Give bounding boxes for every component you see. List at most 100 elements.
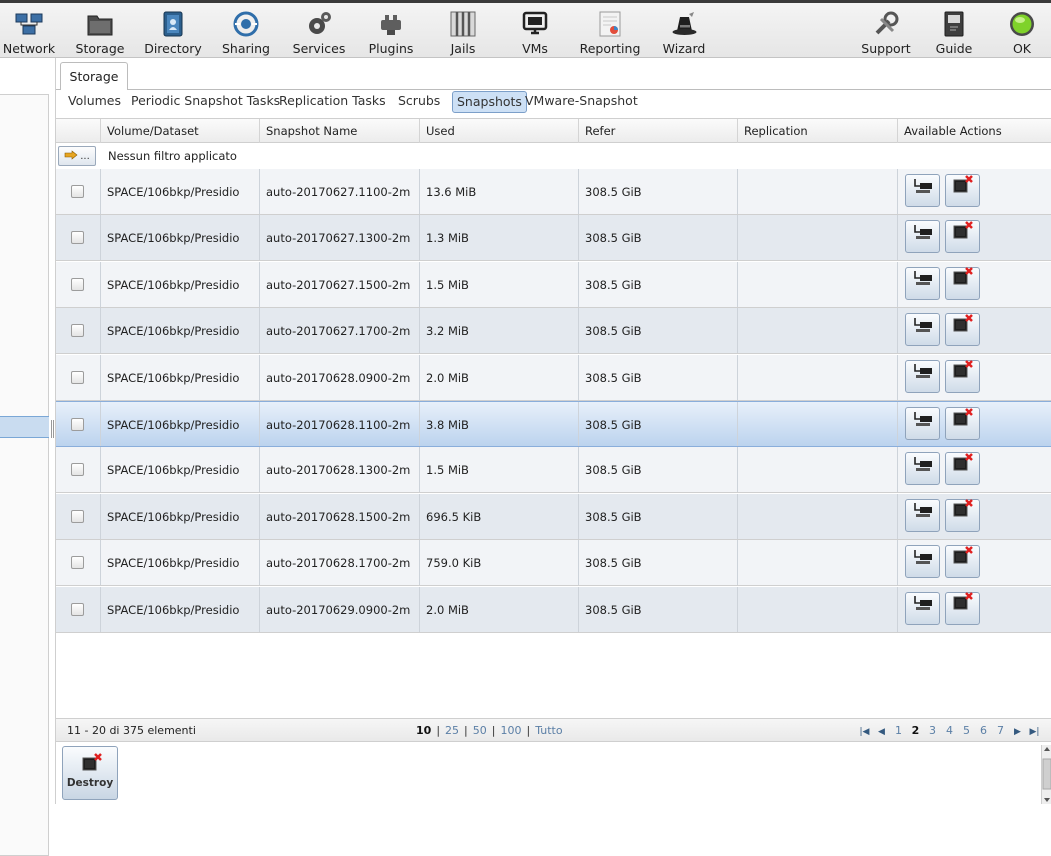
toolbar-reporting-button[interactable]: Reporting (578, 8, 642, 58)
table-row[interactable]: SPACE/106bkp/Presidio auto-20170628.0900-… (56, 354, 1051, 401)
next-page-icon[interactable]: ▶ (1009, 720, 1026, 744)
toolbar-network-button[interactable]: Network (0, 8, 61, 58)
header-refer[interactable]: Refer (578, 119, 737, 143)
destroy-snapshot-button[interactable] (945, 313, 980, 347)
clone-snapshot-button[interactable] (905, 407, 940, 440)
destroy-snapshot-button[interactable] (945, 452, 980, 486)
toolbar-jails-button[interactable]: Jails (431, 8, 495, 58)
row-select-checkbox[interactable] (71, 418, 84, 431)
table-row[interactable]: SPACE/106bkp/Presidio auto-20170629.0900-… (56, 586, 1051, 633)
subtab-snapshots[interactable]: Snapshots (452, 91, 527, 113)
cell-used: 1.5 MiB (419, 447, 578, 493)
toolbar-vms-button[interactable]: VMs (503, 8, 567, 58)
toolbar-storage-button[interactable]: Storage (68, 8, 132, 58)
table-row[interactable]: SPACE/106bkp/Presidio auto-20170627.1700-… (56, 308, 1051, 355)
page-size-option[interactable]: 10 (416, 724, 431, 737)
clone-snapshot-icon (912, 260, 934, 306)
destroy-snapshot-button[interactable] (945, 591, 980, 625)
page-link[interactable]: 7 (992, 719, 1009, 743)
destroy-button[interactable]: Destroy (62, 746, 118, 800)
subtab-volumes[interactable]: Volumes (64, 91, 125, 113)
page-size-option[interactable]: 50 (473, 724, 487, 737)
clone-snapshot-button[interactable] (905, 220, 940, 254)
row-select-checkbox[interactable] (71, 509, 84, 523)
folder-icon (86, 10, 114, 38)
destroy-snapshot-button[interactable] (945, 498, 980, 532)
table-row[interactable]: SPACE/106bkp/Presidio auto-20170627.1100-… (56, 169, 1051, 215)
destroy-snapshot-button[interactable] (945, 174, 980, 207)
cell-replication (737, 354, 897, 400)
toolbar-sharing-button[interactable]: Sharing (214, 8, 278, 58)
destroy-snapshot-button[interactable] (945, 407, 980, 440)
toolbar-status-ok-button[interactable]: OK (990, 8, 1051, 58)
row-select-checkbox[interactable] (71, 277, 84, 291)
header-available-actions[interactable]: Available Actions (897, 119, 1051, 143)
row-select-checkbox[interactable] (71, 324, 84, 338)
clone-snapshot-button[interactable] (905, 359, 940, 393)
destroy-snapshot-button[interactable] (945, 359, 980, 393)
clone-snapshot-button[interactable] (905, 174, 940, 207)
table-row[interactable]: SPACE/106bkp/Presidio auto-20170628.1500-… (56, 493, 1051, 540)
page-size-option[interactable]: 25 (445, 724, 459, 737)
row-select-checkbox[interactable] (71, 185, 84, 198)
subtab-periodic-snapshot-tasks[interactable]: Periodic Snapshot Tasks (127, 91, 284, 113)
clone-snapshot-button[interactable] (905, 591, 940, 625)
page-link[interactable]: 5 (958, 719, 975, 743)
toolbar-services-button[interactable]: Services (287, 8, 351, 58)
page-size-selector: 10 | 25 | 50 | 100 | Tutto (416, 719, 563, 743)
row-select-checkbox[interactable] (71, 556, 84, 570)
table-row[interactable]: SPACE/106bkp/Presidio auto-20170628.1300-… (56, 447, 1051, 494)
report-icon (596, 10, 624, 38)
header-replication[interactable]: Replication (737, 119, 897, 143)
page-link[interactable]: 1 (890, 719, 907, 743)
clone-snapshot-button[interactable] (905, 452, 940, 486)
toolbar-vms-label: VMs (522, 41, 548, 56)
subtab-scrubs[interactable]: Scrubs (394, 91, 444, 113)
toolbar-support-button[interactable]: Support (854, 8, 918, 58)
toolbar-guide-button[interactable]: Guide (922, 8, 986, 58)
first-page-icon[interactable]: |◀ (856, 720, 873, 744)
table-row[interactable]: SPACE/106bkp/Presidio auto-20170627.1300-… (56, 215, 1051, 262)
destroy-snapshot-button[interactable] (945, 266, 980, 300)
row-select-checkbox[interactable] (71, 370, 84, 384)
cell-used: 1.5 MiB (419, 261, 578, 307)
previous-page-icon[interactable]: ◀ (873, 720, 890, 744)
cell-used: 1.3 MiB (419, 215, 578, 261)
table-row[interactable]: SPACE/106bkp/Presidio auto-20170627.1500-… (56, 261, 1051, 308)
table-row[interactable]: SPACE/106bkp/Presidio auto-20170628.1700-… (56, 540, 1051, 587)
page-size-option[interactable]: 100 (500, 724, 521, 737)
page-link[interactable]: 3 (924, 719, 941, 743)
subtab-replication-tasks[interactable]: Replication Tasks (275, 91, 390, 113)
clone-snapshot-button[interactable] (905, 545, 940, 579)
page-scrollbar[interactable] (1041, 745, 1051, 804)
table-row[interactable]: SPACE/106bkp/Presidio auto-20170628.1100-… (56, 401, 1051, 447)
page-size-option[interactable]: Tutto (535, 724, 562, 737)
row-select-checkbox[interactable] (71, 463, 84, 477)
page-link[interactable]: 2 (907, 719, 924, 743)
subtab-vmware-snapshot[interactable]: VMware-Snapshot (521, 91, 642, 113)
row-select-checkbox[interactable] (71, 231, 84, 245)
last-page-icon[interactable]: ▶| (1026, 720, 1043, 744)
snapshots-grid: Volume/Dataset Snapshot Name Used Refer … (56, 118, 1051, 718)
navigation-selected-item[interactable] (0, 416, 49, 438)
header-select-column[interactable] (56, 119, 100, 143)
page-size-separator: | (526, 724, 531, 737)
row-select-checkbox[interactable] (71, 602, 84, 616)
page-link[interactable]: 6 (975, 719, 992, 743)
toolbar-directory-button[interactable]: Directory (141, 8, 205, 58)
page-link[interactable]: 4 (941, 719, 958, 743)
cell-refer: 308.5 GiB (578, 261, 737, 307)
header-volume-dataset[interactable]: Volume/Dataset (100, 119, 259, 143)
toolbar-plugins-button[interactable]: Plugins (359, 8, 423, 58)
tab-storage[interactable]: Storage (60, 62, 128, 90)
clone-snapshot-button[interactable] (905, 498, 940, 532)
clone-snapshot-button[interactable] (905, 313, 940, 347)
header-snapshot-name[interactable]: Snapshot Name (259, 119, 419, 143)
toolbar-wizard-button[interactable]: Wizard (652, 8, 716, 58)
filter-button[interactable]: ... (58, 146, 96, 166)
clone-snapshot-button[interactable] (905, 266, 940, 300)
destroy-snapshot-button[interactable] (945, 220, 980, 254)
destroy-snapshot-button[interactable] (945, 545, 980, 579)
pane-splitter-handle[interactable] (51, 420, 54, 438)
header-used[interactable]: Used (419, 119, 578, 143)
